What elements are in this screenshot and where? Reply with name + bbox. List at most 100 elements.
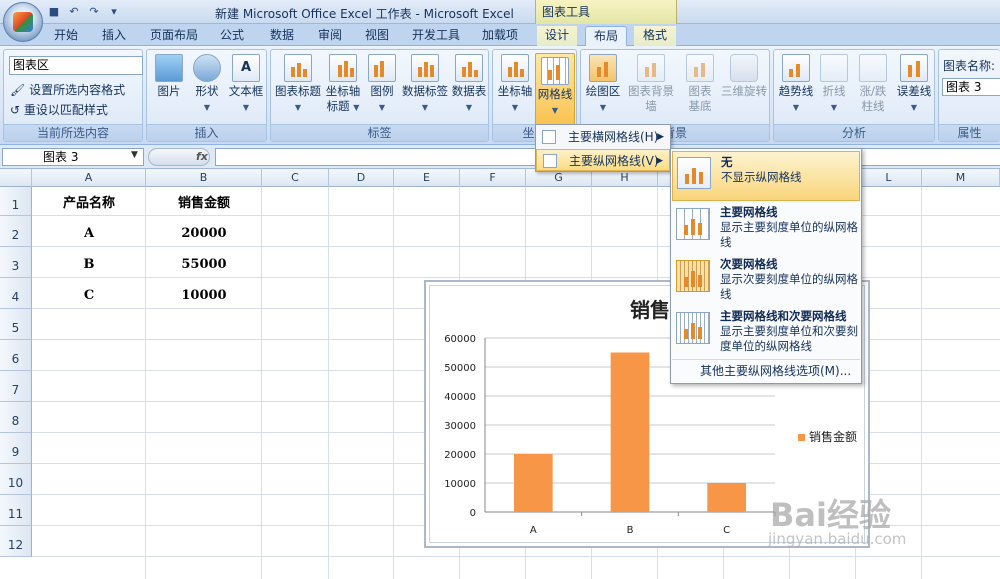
row-header-4[interactable]: 4 <box>0 278 32 309</box>
column-header-b[interactable]: B <box>146 169 262 187</box>
updown-bars-button[interactable]: 涨/跌 柱线 <box>854 54 892 114</box>
option-none-title: 无 <box>721 155 733 169</box>
office-button[interactable] <box>3 2 43 42</box>
chart-title-button[interactable]: 图表标题 ▼ <box>275 54 321 115</box>
row-header-7[interactable]: 7 <box>0 371 32 402</box>
cell-a3[interactable]: B <box>32 257 146 272</box>
option-minor[interactable]: 次要网格线 显示次要刻度单位的纵网格线 <box>672 255 860 305</box>
vertical-gridlines-label: 主要纵网格线(V) <box>569 154 659 168</box>
group-label: 属性 <box>939 124 1000 141</box>
tab-addins[interactable]: 加载项 <box>474 26 526 46</box>
data-labels-button[interactable]: 数据标签 ▼ <box>401 54 449 115</box>
save-icon[interactable]: ■ <box>46 4 62 20</box>
chart-name-input[interactable]: 图表 3 <box>942 78 1000 96</box>
ribbon: 图表区 🖌 设置所选内容格式 ↺ 重设以匹配样式 当前所选内容 图片 形状 ▼ A… <box>0 46 1000 145</box>
lines-icon <box>820 54 848 82</box>
row-header-10[interactable]: 10 <box>0 464 32 495</box>
row-header-11[interactable]: 11 <box>0 495 32 526</box>
chart-wall-label: 图表背景墙 <box>628 84 674 113</box>
menu-item-vertical-gridlines[interactable]: 主要纵网格线(V) ▶ <box>536 149 670 171</box>
chart-name-label: 图表名称: <box>943 59 996 73</box>
cell-a2[interactable]: A <box>32 226 146 241</box>
data-table-button[interactable]: 数据表 ▼ <box>451 54 487 115</box>
insert-function-icon[interactable]: fx <box>196 150 208 163</box>
option-none[interactable]: 无不显示纵网格线 <box>672 151 860 201</box>
cell-a4[interactable]: C <box>32 288 146 303</box>
row-header-12[interactable]: 12 <box>0 526 32 557</box>
tab-layout[interactable]: 布局 <box>585 26 627 46</box>
tab-page-layout[interactable]: 页面布局 <box>145 26 203 46</box>
legend-button[interactable]: 图例 ▼ <box>365 54 399 115</box>
cell-b4[interactable]: 10000 <box>146 288 262 303</box>
horizontal-gridlines-label: 主要横网格线(H) <box>568 130 659 144</box>
row-header-8[interactable]: 8 <box>0 402 32 433</box>
column-header-e[interactable]: E <box>394 169 460 187</box>
row-header-6[interactable]: 6 <box>0 340 32 371</box>
office-logo-icon <box>13 12 33 32</box>
dropdown-arrow-icon: ▼ <box>353 103 360 112</box>
cell-b3[interactable]: 55000 <box>146 257 262 272</box>
menu-item-horizontal-gridlines[interactable]: 主要横网格线(H) ▶ <box>536 126 670 148</box>
vertical-gridlines-submenu: 无不显示纵网格线 主要网格线 显示主要刻度单位的纵网格线 次要网格线 显示次要刻度单… <box>670 148 862 384</box>
tab-view[interactable]: 视图 <box>357 26 397 46</box>
tab-data[interactable]: 数据 <box>262 26 302 46</box>
cell-b2[interactable]: 20000 <box>146 226 262 241</box>
tab-format[interactable]: 格式 <box>634 26 676 46</box>
axes-button[interactable]: 坐标轴 ▼ <box>496 54 534 115</box>
gridlines-button[interactable]: 网格线 ▼ <box>535 53 575 125</box>
tab-home[interactable]: 开始 <box>46 26 86 46</box>
tab-developer[interactable]: 开发工具 <box>406 26 466 46</box>
option-major[interactable]: 主要网格线 显示主要刻度单位的纵网格线 <box>672 203 860 253</box>
y-tick-label: 0 <box>470 508 476 519</box>
row-header-3[interactable]: 3 <box>0 247 32 278</box>
row-header-2[interactable]: 2 <box>0 216 32 247</box>
column-header-c[interactable]: C <box>262 169 329 187</box>
bar-c[interactable] <box>707 483 746 512</box>
plot-area-button[interactable]: 绘图区 ▼ <box>584 54 622 115</box>
dropdown-arrow-icon: ▼ <box>421 103 429 112</box>
error-bars-button[interactable]: 误差线 ▼ <box>894 54 934 115</box>
trendline-button[interactable]: 趋势线 ▼ <box>777 54 815 115</box>
tab-formulas[interactable]: 公式 <box>212 26 252 46</box>
bar-a[interactable] <box>514 454 553 512</box>
tab-insert[interactable]: 插入 <box>94 26 134 46</box>
legend-label[interactable]: 销售金额 <box>809 429 857 444</box>
select-all-corner[interactable] <box>0 169 32 187</box>
column-header-f[interactable]: F <box>460 169 526 187</box>
undo-icon[interactable]: ↶ <box>66 4 82 20</box>
cell-a1[interactable]: 产品名称 <box>32 192 146 211</box>
reset-icon: ↺ <box>10 103 21 117</box>
option-major-and-minor[interactable]: 主要网格线和次要网格线 显示主要刻度单位和次要刻度单位的纵网格线 <box>672 307 860 357</box>
row-header-9[interactable]: 9 <box>0 433 32 464</box>
axis-titles-button[interactable]: 坐标轴 标题 ▼ <box>323 54 363 115</box>
chart-wall-button[interactable]: 图表背景墙 <box>623 54 679 114</box>
reset-style-label: 重设以匹配样式 <box>23 103 108 117</box>
column-header-d[interactable]: D <box>329 169 394 187</box>
reset-style-button[interactable]: ↺ 重设以匹配样式 <box>10 101 108 118</box>
chart-elements-dropdown[interactable]: 图表区 <box>9 56 143 75</box>
cell-b1[interactable]: 销售金额 <box>146 192 262 211</box>
3d-rotation-button[interactable]: 三维旋转 <box>721 54 767 99</box>
bar-b[interactable] <box>610 352 650 513</box>
lines-button[interactable]: 折线 ▼ <box>816 54 852 115</box>
column-header-m[interactable]: M <box>922 169 1000 187</box>
tab-design[interactable]: 设计 <box>537 26 577 46</box>
shapes-button[interactable]: 形状 ▼ <box>189 54 225 115</box>
column-header-l[interactable]: L <box>856 169 922 187</box>
format-selection-button[interactable]: 🖌 设置所选内容格式 <box>10 81 125 98</box>
textbox-button[interactable]: A 文本框 ▼ <box>227 54 265 115</box>
row-header-5[interactable]: 5 <box>0 309 32 340</box>
customize-qat-icon[interactable]: ▾ <box>106 4 122 20</box>
chart-floor-button[interactable]: 图表 基底 <box>681 54 719 114</box>
more-vertical-gridline-options[interactable]: 其他主要纵网格线选项(M)... <box>672 359 860 381</box>
redo-icon[interactable]: ↷ <box>86 4 102 20</box>
format-icon: 🖌 <box>10 83 26 97</box>
row-header-1[interactable]: 1 <box>0 187 32 216</box>
shapes-label: 形状 <box>195 84 219 98</box>
name-box-dropdown-icon[interactable]: ▼ <box>131 150 138 160</box>
tab-review[interactable]: 审阅 <box>310 26 350 46</box>
updown-bars-label-2: 柱线 <box>861 99 885 113</box>
picture-button[interactable]: 图片 <box>151 54 187 99</box>
name-box[interactable]: 图表 3 <box>2 148 144 166</box>
column-header-a[interactable]: A <box>32 169 146 187</box>
